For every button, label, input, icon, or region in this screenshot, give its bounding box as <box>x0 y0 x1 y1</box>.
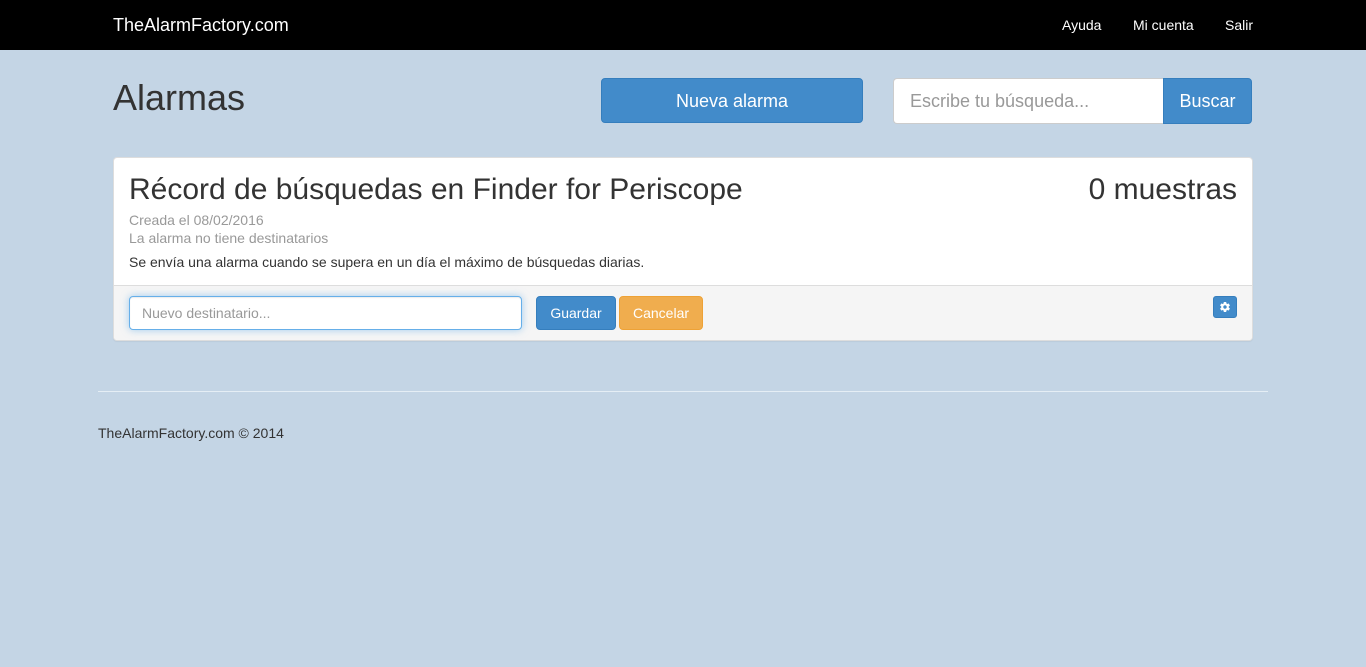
page-title: Alarmas <box>113 77 246 118</box>
alarm-panel: Récord de búsquedas en Finder for Perisc… <box>113 157 1253 341</box>
brand-link[interactable]: TheAlarmFactory.com <box>113 14 289 36</box>
nav-link-mi-cuenta[interactable]: Mi cuenta <box>1133 16 1194 34</box>
nav-link-ayuda[interactable]: Ayuda <box>1062 16 1101 34</box>
alarm-recipients-status: La alarma no tiene destinatarios <box>129 230 329 246</box>
footer-divider <box>98 391 1268 392</box>
footer-copyright: TheAlarmFactory.com © 2014 <box>98 425 284 441</box>
alarm-title: Récord de búsquedas en Finder for Perisc… <box>129 173 743 206</box>
save-button[interactable]: Guardar <box>536 296 616 330</box>
new-alarm-button[interactable]: Nueva alarma <box>601 78 863 123</box>
gear-icon <box>1220 302 1230 313</box>
nav-link-salir[interactable]: Salir <box>1225 16 1253 34</box>
cancel-button[interactable]: Cancelar <box>619 296 703 330</box>
alarm-panel-footer: Guardar Cancelar <box>114 285 1252 340</box>
alarm-samples-count: 0 muestras <box>1088 173 1237 206</box>
search-input[interactable] <box>893 78 1164 124</box>
alarm-description: Se envía una alarma cuando se supera en … <box>129 254 645 270</box>
alarm-created-date: Creada el 08/02/2016 <box>129 212 264 228</box>
top-navbar: TheAlarmFactory.com Ayuda Mi cuenta Sali… <box>0 0 1366 50</box>
new-recipient-input[interactable] <box>129 296 522 330</box>
search-button[interactable]: Buscar <box>1163 78 1252 124</box>
settings-button[interactable] <box>1213 296 1237 318</box>
